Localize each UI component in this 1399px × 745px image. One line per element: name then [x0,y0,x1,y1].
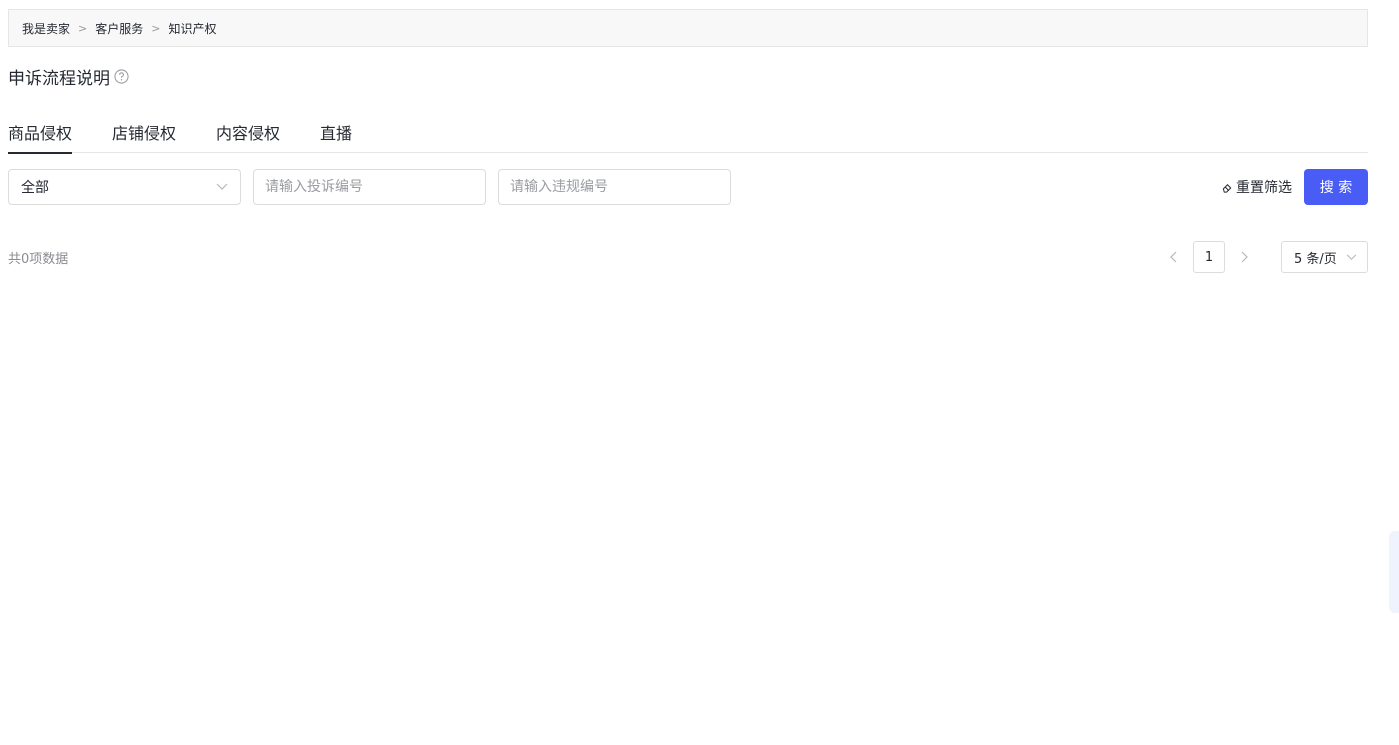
breadcrumb: 我是卖家 > 客户服务 > 知识产权 [8,9,1368,47]
search-button[interactable]: 搜 索 [1304,169,1368,205]
page-size-select[interactable]: 5 条/页 [1281,241,1368,273]
chevron-right-icon[interactable] [1229,241,1261,273]
tab-bar: 商品侵权 店铺侵权 内容侵权 直播 [8,110,1368,154]
side-float-tab[interactable] [1389,531,1399,613]
page-title[interactable]: 申诉流程说明 [8,64,110,89]
breadcrumb-item-customer-service[interactable]: 客户服务 [95,20,143,37]
eraser-icon [1222,183,1232,193]
breadcrumb-separator: > [78,21,88,35]
pagination: 1 5 条/页 [1157,241,1368,273]
reset-filters-label: 重置筛选 [1236,180,1292,196]
chevron-down-icon [1346,250,1357,265]
help-icon[interactable] [114,69,129,84]
chevron-down-icon [216,179,228,195]
tab-content-infringement[interactable]: 内容侵权 [216,110,280,153]
tab-live-stream[interactable]: 直播 [320,110,352,153]
breadcrumb-item-seller[interactable]: 我是卖家 [22,20,70,37]
result-count: 共0项数据 [8,252,69,267]
page-number-button[interactable]: 1 [1193,241,1225,273]
chevron-left-icon[interactable] [1157,241,1189,273]
reset-filters-button[interactable]: 重置筛选 [1222,169,1292,205]
page-size-value: 5 条/页 [1294,251,1337,267]
type-select[interactable]: 全部 [8,169,241,205]
breadcrumb-item-intellectual-property: 知识产权 [168,21,217,36]
tab-product-infringement[interactable]: 商品侵权 [8,110,73,154]
complaint-number-input[interactable] [253,169,486,205]
filter-bar: 全部 重置筛选 搜 索 [8,169,1368,205]
page-title-row: 申诉流程说明 [8,64,129,89]
tab-store-infringement[interactable]: 店铺侵权 [112,110,176,153]
type-select-value: 全部 [21,180,49,196]
breadcrumb-separator: > [151,21,161,35]
violation-number-input[interactable] [498,169,731,205]
